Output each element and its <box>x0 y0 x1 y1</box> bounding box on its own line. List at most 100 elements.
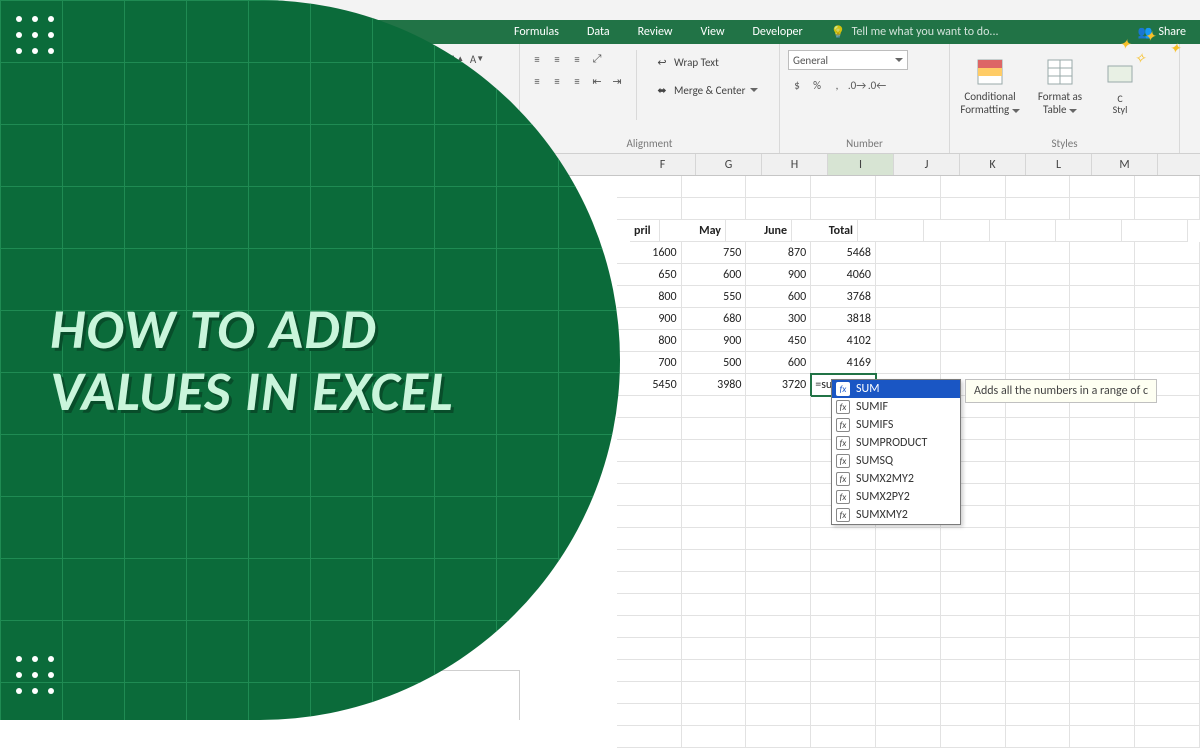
cell[interactable] <box>617 660 682 682</box>
cell[interactable] <box>617 726 682 748</box>
cell[interactable] <box>811 616 876 638</box>
cell[interactable] <box>941 572 1006 594</box>
cell[interactable] <box>1006 506 1071 528</box>
cell[interactable] <box>682 418 747 440</box>
cell[interactable] <box>941 660 1006 682</box>
header-may[interactable]: May <box>660 220 726 242</box>
cell[interactable] <box>746 198 811 220</box>
cell[interactable] <box>1135 528 1200 550</box>
cell[interactable] <box>1135 506 1200 528</box>
cell-total[interactable]: 3818 <box>811 308 876 330</box>
cell[interactable] <box>1070 242 1135 264</box>
cell[interactable] <box>1135 726 1200 748</box>
cell[interactable] <box>746 506 811 528</box>
cell[interactable] <box>1070 308 1135 330</box>
conditional-formatting-button[interactable]: Conditional Formatting <box>958 50 1022 122</box>
tab-review[interactable]: Review <box>624 25 687 39</box>
cell-total[interactable]: 5468 <box>811 242 876 264</box>
cell[interactable] <box>617 528 682 550</box>
decrease-decimal-icon[interactable]: .0← <box>868 76 886 94</box>
cell[interactable] <box>876 176 941 198</box>
cell[interactable] <box>682 528 747 550</box>
cell[interactable] <box>876 638 941 660</box>
cell[interactable] <box>811 594 876 616</box>
cell[interactable] <box>1135 462 1200 484</box>
cell[interactable] <box>1006 352 1071 374</box>
cell-june[interactable]: 870 <box>746 242 811 264</box>
col-header-G[interactable]: G <box>696 154 762 175</box>
cell[interactable] <box>1006 198 1071 220</box>
cell-april[interactable]: 1600 <box>617 242 682 264</box>
cell[interactable] <box>941 176 1006 198</box>
cell[interactable] <box>941 264 1006 286</box>
cell-april[interactable]: 900 <box>617 308 682 330</box>
cell[interactable] <box>682 682 747 704</box>
cell[interactable] <box>746 396 811 418</box>
cell[interactable] <box>682 484 747 506</box>
autocomplete-item-sumproduct[interactable]: fxSUMPRODUCT <box>832 434 960 452</box>
cell[interactable] <box>1135 308 1200 330</box>
cell[interactable] <box>1070 484 1135 506</box>
cell[interactable] <box>682 704 747 726</box>
cell[interactable] <box>1006 682 1071 704</box>
cell-total[interactable]: 3768 <box>811 286 876 308</box>
cell[interactable] <box>682 176 747 198</box>
cell-may[interactable]: 550 <box>682 286 747 308</box>
cell[interactable] <box>1070 176 1135 198</box>
cell[interactable] <box>1006 176 1071 198</box>
cell-may[interactable]: 500 <box>682 352 747 374</box>
cell-june[interactable]: 300 <box>746 308 811 330</box>
cell[interactable] <box>617 682 682 704</box>
cell[interactable] <box>1070 462 1135 484</box>
cell-april[interactable]: 800 <box>617 330 682 352</box>
cell[interactable] <box>1070 352 1135 374</box>
cell[interactable] <box>1070 616 1135 638</box>
cell[interactable] <box>1135 638 1200 660</box>
cell[interactable] <box>682 572 747 594</box>
cell[interactable] <box>876 352 941 374</box>
cell-total[interactable]: 4060 <box>811 264 876 286</box>
cell[interactable] <box>990 220 1056 242</box>
cell[interactable] <box>617 418 682 440</box>
cell[interactable] <box>1070 638 1135 660</box>
cell[interactable] <box>1135 550 1200 572</box>
cell[interactable] <box>876 726 941 748</box>
cell[interactable] <box>682 594 747 616</box>
cell[interactable] <box>876 242 941 264</box>
cell[interactable] <box>811 176 876 198</box>
cell[interactable] <box>1006 462 1071 484</box>
cell[interactable] <box>1070 704 1135 726</box>
col-header-J[interactable]: J <box>894 154 960 175</box>
cell[interactable] <box>876 264 941 286</box>
cell[interactable] <box>941 242 1006 264</box>
cell[interactable] <box>1070 418 1135 440</box>
cell[interactable] <box>1070 726 1135 748</box>
cell[interactable] <box>1135 682 1200 704</box>
cell[interactable] <box>682 616 747 638</box>
percent-format-icon[interactable]: % <box>808 76 826 94</box>
cell[interactable] <box>876 330 941 352</box>
cell[interactable] <box>1070 594 1135 616</box>
header-june[interactable]: June <box>726 220 792 242</box>
cell[interactable] <box>941 352 1006 374</box>
cell[interactable] <box>876 198 941 220</box>
accounting-format-icon[interactable]: $ <box>788 76 806 94</box>
cell[interactable] <box>1135 264 1200 286</box>
cell[interactable] <box>876 572 941 594</box>
cell[interactable] <box>746 660 811 682</box>
tell-me-search[interactable]: 💡 Tell me what you want to do... <box>817 25 1013 40</box>
cell-june[interactable]: 900 <box>746 264 811 286</box>
cell-may[interactable]: 750 <box>682 242 747 264</box>
cell[interactable] <box>1006 264 1071 286</box>
autocomplete-item-sumxmy2[interactable]: fxSUMXMY2 <box>832 506 960 524</box>
cell[interactable] <box>746 440 811 462</box>
cell[interactable] <box>924 220 990 242</box>
cell[interactable] <box>617 462 682 484</box>
autocomplete-item-sum[interactable]: fxSUM <box>832 380 960 398</box>
cell[interactable] <box>617 440 682 462</box>
cell[interactable] <box>1006 440 1071 462</box>
autocomplete-item-sumif[interactable]: fxSUMIF <box>832 398 960 416</box>
cell[interactable] <box>1006 242 1071 264</box>
cell[interactable] <box>941 528 1006 550</box>
wrap-text-button[interactable]: ↩ Wrap Text <box>647 50 765 74</box>
